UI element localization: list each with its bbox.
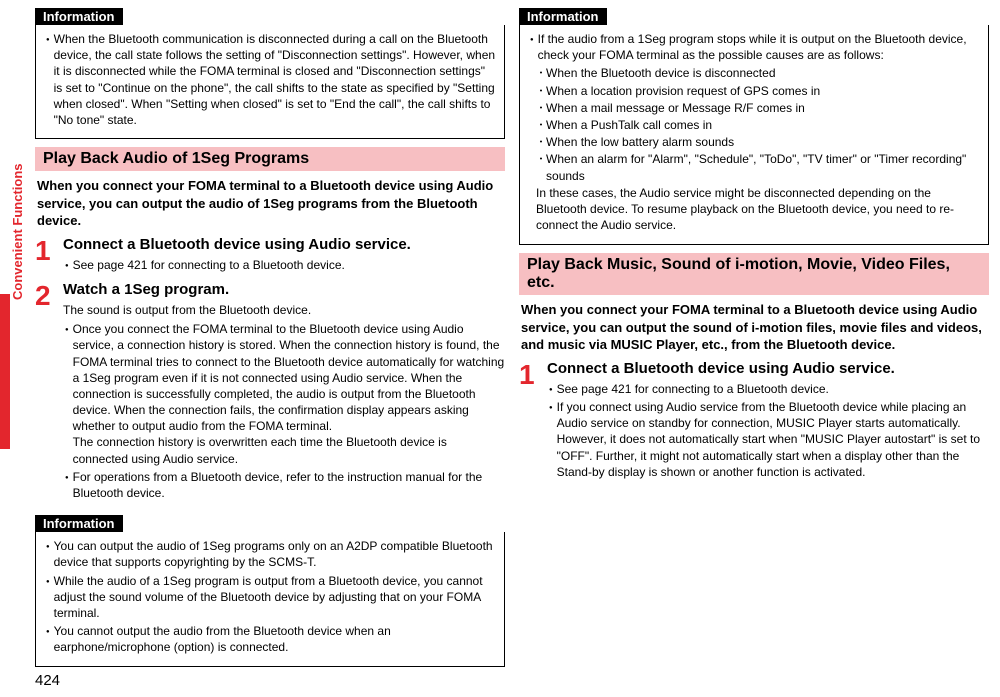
section-intro: When you connect your FOMA terminal to a…: [35, 177, 505, 230]
page-number: 424: [35, 672, 60, 689]
info-subitem: When an alarm for "Alarm", "Schedule", "…: [528, 151, 980, 183]
step-bullet: For operations from a Bluetooth device, …: [63, 469, 505, 501]
side-accent-stripe: [0, 294, 10, 449]
info-header: Information: [519, 8, 607, 25]
info-subitem: When the Bluetooth device is disconnecte…: [528, 65, 980, 81]
left-column: Information When the Bluetooth communica…: [35, 8, 505, 675]
section-title-playback-1seg: Play Back Audio of 1Seg Programs: [35, 147, 505, 171]
step-bullet: See page 421 for connecting to a Bluetoo…: [547, 381, 989, 397]
info-box-3: Information If the audio from a 1Seg pro…: [519, 8, 989, 245]
step-number: 2: [35, 281, 63, 503]
info-outro: In these cases, the Audio service might …: [528, 185, 980, 234]
step-bullet: Once you connect the FOMA terminal to th…: [63, 321, 505, 467]
info-bullet: You can output the audio of 1Seg program…: [44, 538, 496, 570]
step-bullet: If you connect using Audio service from …: [547, 399, 989, 480]
step-number: 1: [519, 360, 547, 482]
info-subitem: When a PushTalk call comes in: [528, 117, 980, 133]
step-text: The sound is output from the Bluetooth d…: [63, 302, 505, 318]
step-title: Connect a Bluetooth device using Audio s…: [547, 360, 989, 377]
step-title: Connect a Bluetooth device using Audio s…: [63, 236, 505, 253]
step-title: Watch a 1Seg program.: [63, 281, 505, 298]
side-label: Convenient Functions: [10, 164, 25, 301]
info-subitem: When the low battery alarm sounds: [528, 134, 980, 150]
step-2: 2 Watch a 1Seg program. The sound is out…: [35, 281, 505, 503]
info-bullet: If the audio from a 1Seg program stops w…: [528, 31, 980, 63]
info-header: Information: [35, 515, 123, 532]
section-title-playback-music: Play Back Music, Sound of i-motion, Movi…: [519, 253, 989, 295]
info-subitem: When a mail message or Message R/F comes…: [528, 100, 980, 116]
info-bullet: You cannot output the audio from the Blu…: [44, 623, 496, 655]
info-header: Information: [35, 8, 123, 25]
info-bullet: When the Bluetooth communication is disc…: [44, 31, 496, 128]
info-bullet: While the audio of a 1Seg program is out…: [44, 573, 496, 622]
step-number: 1: [35, 236, 63, 275]
right-column: Information If the audio from a 1Seg pro…: [519, 8, 989, 675]
step-bullet: See page 421 for connecting to a Bluetoo…: [63, 257, 505, 273]
info-box-1: Information When the Bluetooth communica…: [35, 8, 505, 139]
step-1: 1 Connect a Bluetooth device using Audio…: [519, 360, 989, 482]
section-intro: When you connect your FOMA terminal to a…: [519, 301, 989, 354]
info-box-2: Information You can output the audio of …: [35, 515, 505, 666]
info-subitem: When a location provision request of GPS…: [528, 83, 980, 99]
step-1: 1 Connect a Bluetooth device using Audio…: [35, 236, 505, 275]
